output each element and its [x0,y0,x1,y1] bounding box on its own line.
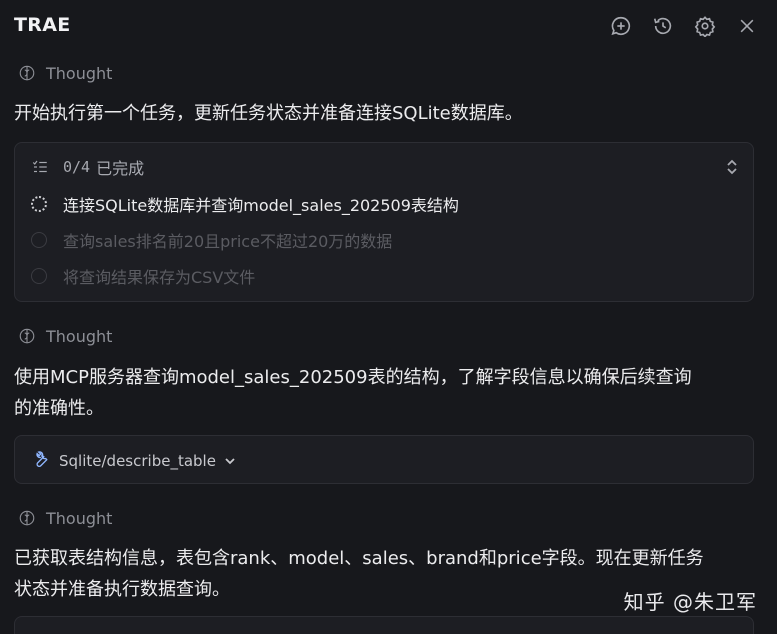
panel-header: TRAE [0,0,777,52]
tool-call-toggle[interactable]: Sqlite/describe_table [31,450,236,472]
message-line: 已获取表结构信息，表包含rank、model、sales、brand和price… [14,548,704,569]
tool-call-card[interactable]: Sqlite/describe_table [14,435,754,484]
checklist-icon [32,160,47,173]
thought-icon [19,65,35,81]
task-item-2: 查询sales排名前20且price不超过20万的数据 [31,227,392,253]
todo-progress-count: 0/4 [63,158,91,176]
task-item-1: 连接SQLite数据库并查询model_sales_202509表结构 [31,191,459,217]
pending-circle-icon [31,232,47,248]
message-line: 使用MCP服务器查询model_sales_202509表的结构，了解字段信息以… [14,367,692,388]
gear-icon[interactable] [693,14,717,38]
todo-header: 0/4 已完成 [31,155,144,179]
thought-label: Thought [46,326,113,346]
task-label: 将查询结果保存为CSV文件 [63,268,256,287]
in-progress-icon [31,196,47,212]
thought-label: Thought [46,508,113,528]
assistant-message-1: 开始执行第一个任务，更新任务状态并准备连接SQLite数据库。 [14,103,523,124]
message-line: 的准确性。 [14,398,104,419]
expand-collapse-icon[interactable] [725,157,741,177]
thought-header-1[interactable]: Thought [18,61,112,85]
assistant-message-2: 使用MCP服务器查询model_sales_202509表的结构，了解字段信息以… [14,362,759,424]
chevron-down-icon [224,452,236,471]
task-label: 查询sales排名前20且price不超过20万的数据 [63,232,393,251]
thought-header-3[interactable]: Thought [18,506,112,530]
task-item-3: 将查询结果保存为CSV文件 [31,263,255,289]
wrench-icon [31,450,59,472]
thought-header-2[interactable]: Thought [18,324,112,348]
history-icon[interactable] [651,14,675,38]
thought-label: Thought [46,63,113,83]
app-title: TRAE [14,14,71,36]
tool-name: Sqlite/describe_table [59,452,216,470]
todo-card-partial [14,616,754,634]
todo-card: 0/4 已完成 连接SQLite数据库并查询model_sales_202509… [14,142,754,302]
watermark: 知乎 @朱卫军 [623,590,757,614]
close-icon[interactable] [735,14,759,38]
chat-add-icon[interactable] [609,14,633,38]
todo-progress-status: 已完成 [96,159,145,178]
task-label: 连接SQLite数据库并查询model_sales_202509表结构 [63,196,459,215]
thought-icon [19,510,35,526]
thought-icon [19,328,35,344]
pending-circle-icon [31,268,47,284]
